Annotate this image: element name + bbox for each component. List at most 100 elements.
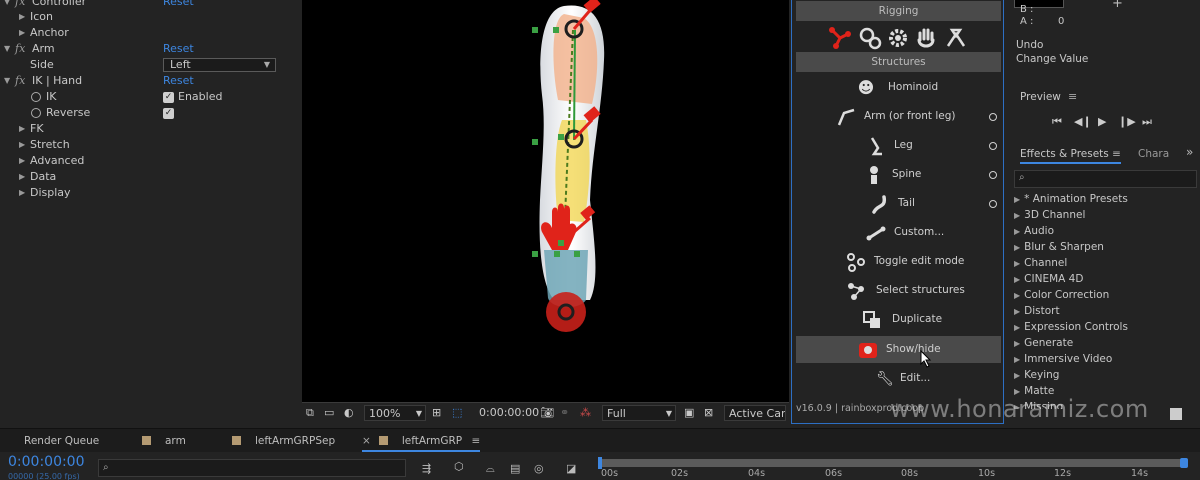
reverse-checkbox[interactable]: ✓ — [163, 108, 174, 119]
effect-category[interactable]: ▶ Blur & Sharpen — [1014, 239, 1104, 255]
disclosure-triangle-icon[interactable]: ▼ — [4, 41, 10, 57]
draft-3d-icon[interactable]: ⬡ — [454, 460, 464, 473]
fast-previews-icon[interactable]: ▣ — [684, 405, 694, 421]
effect-category[interactable]: ▶ Immersive Video — [1014, 351, 1112, 367]
shy-layers-icon[interactable]: ⌓ — [486, 462, 495, 476]
fx-row-arm[interactable]: ▼ fx Arm Reset — [0, 41, 300, 57]
ik-enabled-checkbox[interactable]: ✓ — [163, 92, 174, 103]
panel-overflow-icon[interactable]: » — [1186, 145, 1193, 159]
fx-row-fk[interactable]: ▶ FK — [0, 121, 300, 137]
tab-arm[interactable]: arm — [142, 429, 186, 453]
show-snapshot-icon[interactable]: ⚭ — [560, 405, 569, 421]
fx-row-ik-hand[interactable]: ▼ fx IK | Hand Reset — [0, 73, 300, 89]
effect-category[interactable]: ▶ 3D Channel — [1014, 207, 1085, 223]
last-frame-icon[interactable]: ⏭ — [1142, 115, 1152, 129]
fx-row-icon[interactable]: ▶ Icon — [0, 9, 300, 25]
edit-button[interactable]: 🔧︎ Edit... — [796, 365, 1001, 392]
automation-icon[interactable] — [858, 26, 882, 50]
disclosure-triangle-icon[interactable]: ▶ — [19, 25, 25, 41]
zoom-dropdown[interactable]: 100% ▼ — [364, 405, 426, 421]
effect-category[interactable]: ▶ Audio — [1014, 223, 1054, 239]
resolution-dropdown[interactable]: Full ▼ — [602, 405, 676, 421]
effect-category[interactable]: ▶ * Animation Presets — [1014, 191, 1128, 207]
option-dot-icon[interactable] — [989, 171, 997, 179]
stopwatch-icon[interactable] — [31, 92, 41, 102]
reset-link[interactable]: Reset — [163, 41, 194, 57]
disclosure-triangle-icon[interactable]: ▼ — [4, 73, 10, 89]
disclosure-triangle-icon[interactable]: ▶ — [19, 9, 25, 25]
transparency-grid-icon[interactable]: ⊠ — [704, 405, 713, 421]
disclosure-triangle-icon[interactable]: ▶ — [19, 153, 25, 169]
grid-icon[interactable]: ⊞ — [432, 405, 441, 421]
graph-editor-icon[interactable]: ◪ — [566, 462, 576, 475]
anchor-circle[interactable] — [546, 292, 586, 332]
effect-category[interactable]: ▶ Color Correction — [1014, 287, 1109, 303]
side-dropdown[interactable]: Left ▼ — [163, 58, 276, 72]
panel-menu-icon[interactable]: ≡ — [1068, 90, 1077, 103]
camera-dropdown[interactable]: Active Camera — [724, 405, 786, 421]
stopwatch-icon[interactable] — [31, 108, 41, 118]
composition-viewer[interactable] — [302, 0, 789, 402]
effect-category[interactable]: ▶ Expression Controls — [1014, 319, 1128, 335]
frame-blending-icon[interactable]: ▤ — [510, 462, 520, 475]
effects-search-input[interactable]: ⌕ — [1014, 170, 1197, 188]
option-dot-icon[interactable] — [989, 142, 997, 150]
duplicate-button[interactable]: Duplicate — [796, 306, 1001, 333]
camera-rig-icon[interactable] — [944, 26, 968, 50]
reset-link[interactable]: Reset — [163, 73, 194, 89]
leg-button[interactable]: Leg — [796, 132, 1001, 159]
next-frame-icon[interactable]: ❙▶ — [1118, 115, 1136, 128]
comp-flowchart-icon[interactable]: ⇶ — [422, 462, 431, 475]
handle[interactable] — [532, 139, 538, 145]
play-icon[interactable]: ▶ — [1098, 115, 1106, 128]
color-channel-icon[interactable]: ⁂ — [580, 405, 591, 421]
first-frame-icon[interactable]: ⏮ — [1052, 115, 1062, 129]
gear-icon[interactable] — [886, 26, 910, 50]
camera-snapshot-icon[interactable]: 📷︎ — [540, 405, 554, 421]
handle[interactable] — [532, 251, 538, 257]
option-dot-icon[interactable] — [989, 200, 997, 208]
effect-category[interactable]: ▶ Distort — [1014, 303, 1060, 319]
tab-effects-presets[interactable]: Effects & Presets ≡ — [1020, 148, 1121, 164]
fx-row-anchor[interactable]: ▶ Anchor — [0, 25, 300, 41]
handle[interactable] — [558, 240, 564, 246]
viewer-timecode[interactable]: 0:00:00:00 — [479, 405, 539, 421]
disclosure-triangle-icon[interactable]: ▶ — [19, 121, 25, 137]
motion-blur-icon[interactable]: ◎ — [534, 462, 544, 475]
handle[interactable] — [532, 27, 538, 33]
always-preview-icon[interactable]: ⧉ — [306, 405, 314, 421]
previous-frame-icon[interactable]: ◀❙ — [1074, 115, 1092, 128]
close-icon[interactable]: × — [362, 435, 371, 447]
fx-row-stretch[interactable]: ▶ Stretch — [0, 137, 300, 153]
disclosure-triangle-icon[interactable]: ▶ — [19, 137, 25, 153]
hand-icon[interactable] — [914, 26, 938, 50]
work-area-end-handle[interactable] — [1180, 458, 1188, 468]
tab-left-arm-grp[interactable]: × leftArmGRP ≡ — [362, 429, 481, 452]
new-folder-icon[interactable] — [1170, 408, 1182, 420]
mask-icon[interactable]: ◐ — [344, 405, 354, 421]
work-area-bar[interactable] — [598, 459, 1184, 467]
spine-button[interactable]: Spine — [796, 161, 1001, 188]
effect-category[interactable]: ▶ CINEMA 4D — [1014, 271, 1083, 287]
arm-button[interactable]: Arm (or front leg) — [796, 103, 1001, 130]
effect-category[interactable]: ▶ Channel — [1014, 255, 1067, 271]
fx-row-display[interactable]: ▶ Display — [0, 185, 300, 201]
handle[interactable] — [553, 27, 559, 33]
current-time-display[interactable]: 0:00:00:00 — [8, 454, 85, 470]
show-hide-button[interactable]: Show/hide — [796, 336, 1001, 368]
custom-button[interactable]: Custom... — [796, 219, 1001, 246]
tab-render-queue[interactable]: Render Queue — [24, 429, 99, 453]
toggle-edit-mode-button[interactable]: Toggle edit mode — [796, 248, 1001, 275]
tail-button[interactable]: Tail — [796, 190, 1001, 217]
select-structures-button[interactable]: Select structures — [796, 277, 1001, 304]
tab-character[interactable]: Chara — [1138, 148, 1169, 160]
timeline-search-input[interactable]: ⌕ — [98, 459, 406, 477]
region-of-interest-icon[interactable]: ⬚ — [452, 405, 462, 421]
fx-row-data[interactable]: ▶ Data — [0, 169, 300, 185]
disclosure-triangle-icon[interactable]: ▶ — [19, 185, 25, 201]
handle[interactable] — [574, 251, 580, 257]
tab-left-arm-grp-sep[interactable]: leftArmGRPSep — [232, 429, 335, 453]
option-dot-icon[interactable] — [989, 113, 997, 121]
handle[interactable] — [558, 134, 564, 140]
panel-menu-icon[interactable]: ≡ — [471, 435, 480, 447]
